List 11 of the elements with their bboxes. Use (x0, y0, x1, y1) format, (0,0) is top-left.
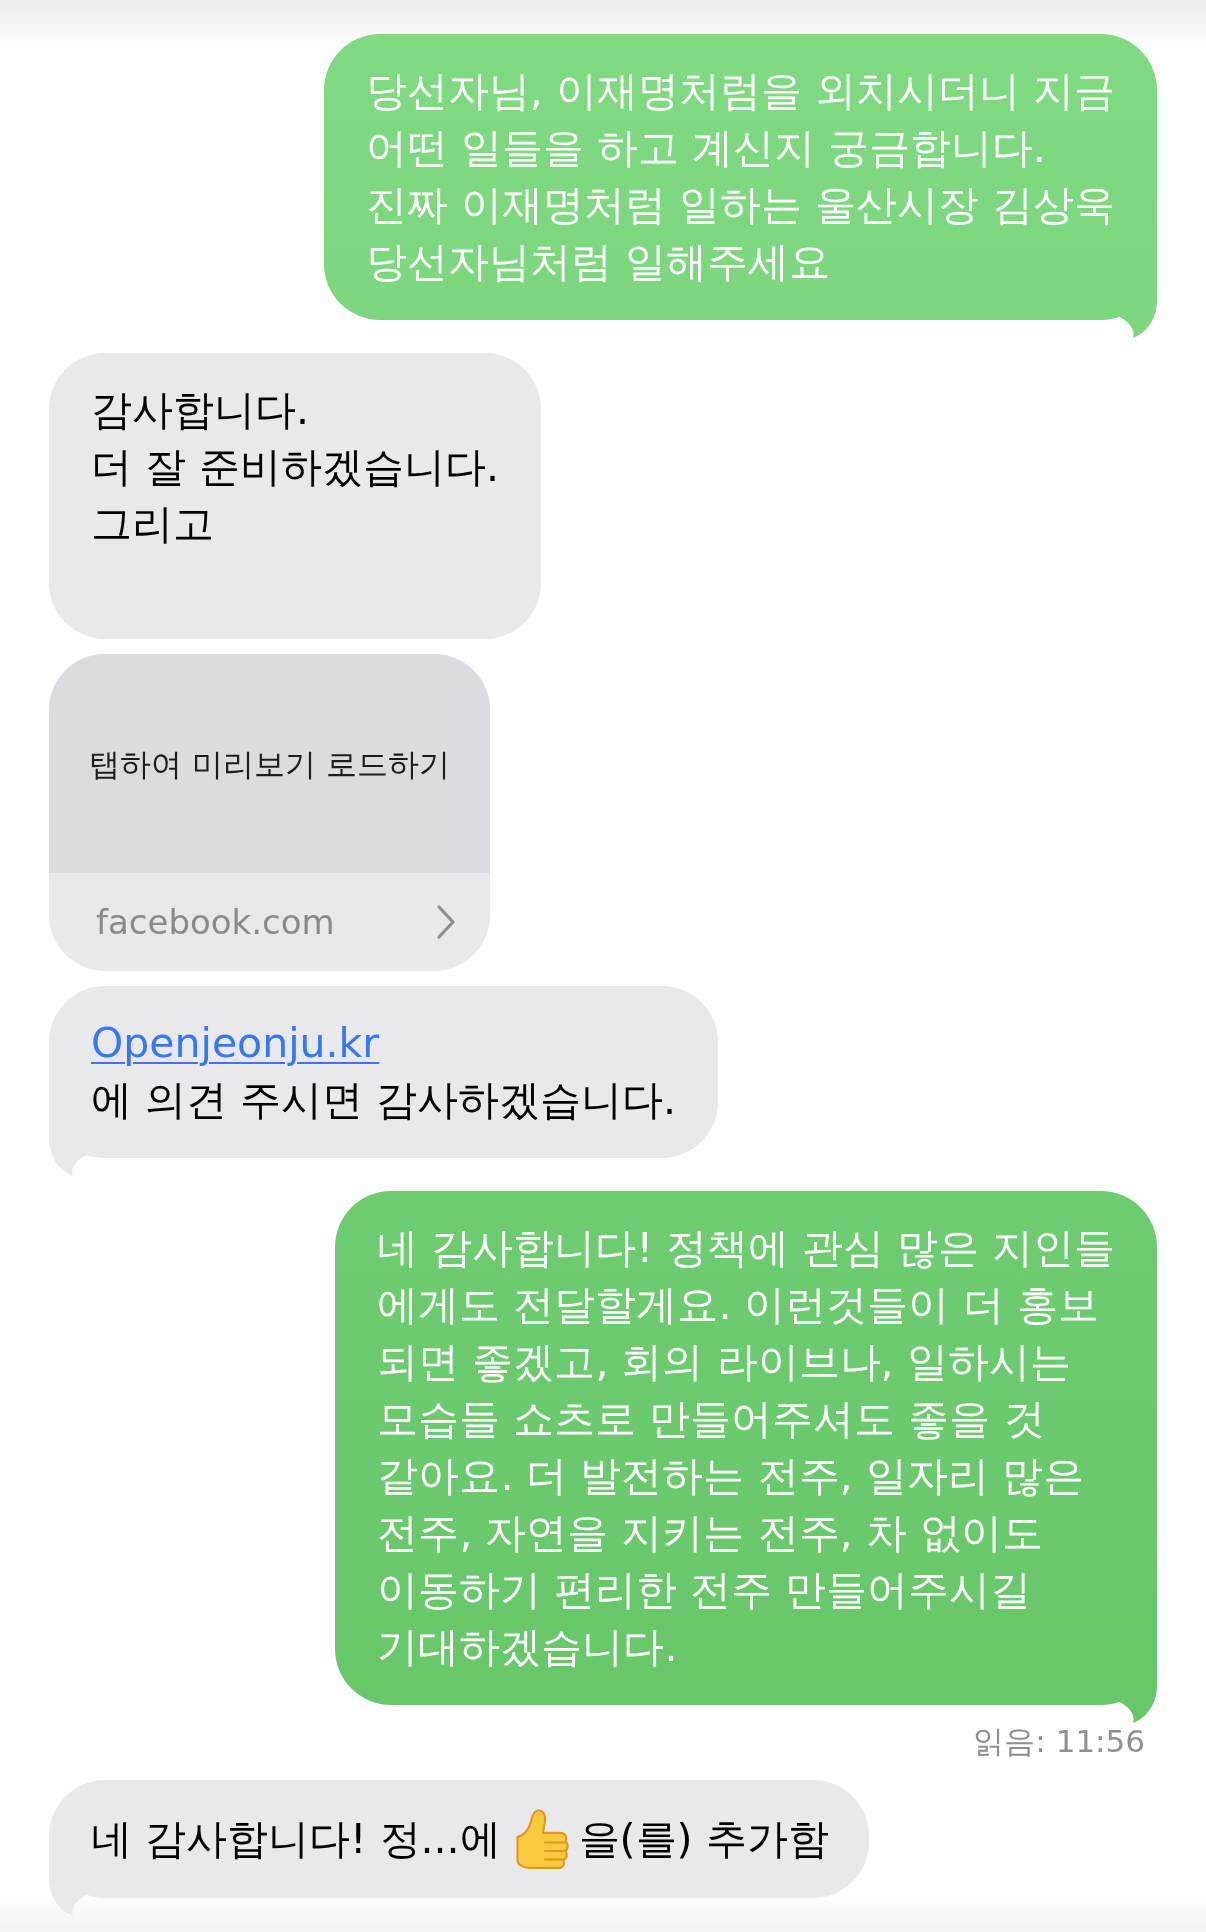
read-receipt: 읽음: 11:56 (973, 1723, 1145, 1759)
reaction-text: 네 감사합니다! 정...에 (91, 1813, 501, 1865)
message-text: 당선자님, 이재명처럼을 외치시더니 지금 어떤 일들을 하고 계신지 궁금합니다. 진짜 이재명처럼 일하는 울산시장 김상욱 당선자님처럼 일해주세요 (365, 66, 1115, 288)
message-text: 에 의견 주시면 감사하겠습니다. (91, 1075, 677, 1126)
preview-prompt: 탭하여 미리보기 로드하기 (89, 744, 450, 784)
link-preview-card[interactable]: 탭하여 미리보기 로드하기 facebook.com (49, 654, 490, 971)
reaction-text: 을(를) 추가함 (578, 1813, 829, 1865)
message-text: 감사합니다. 더 잘 준비하겠습니다. 그리고 (91, 385, 500, 550)
chevron-right-icon (435, 904, 456, 940)
link-domain: facebook.com (96, 902, 335, 942)
message-text: 네 감사합니다! 정책에 관심 많은 지인들 에게도 전달할게요. 이런것들이 더 홍보 되면 좋겠고, 회의 라이브나, 일하시는 모습들 쇼츠로 만들어주셔도 좋을 것 같아요. 더 발전하는 전주, 일자리 많은 전주, 자연을 지키는 전주, 차 없이도 이동하기 편리한 전주 만들어주시길 기대하겠습니다. (377, 1223, 1115, 1673)
